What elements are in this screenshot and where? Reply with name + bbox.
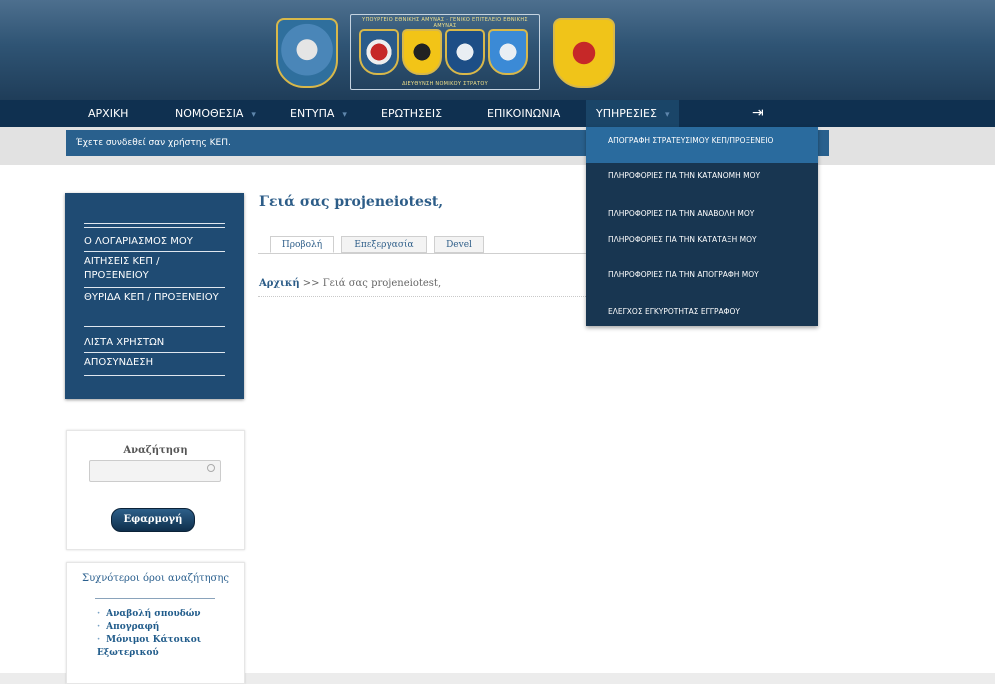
chevron-down-icon: ▾ (251, 110, 256, 120)
nav-home[interactable]: ΑΡΧΙΚΗ (88, 100, 128, 127)
page-title: Γειά σας projeneiotest, (259, 194, 444, 210)
search-title: Αναζήτηση (123, 445, 188, 456)
term-link[interactable]: · Απογραφή (97, 621, 244, 634)
services-dropdown: ΑΠΟΓΡΑΦΗ ΣΤΡΑΤΕΥΣΙΜΟΥ ΚΕΠ/ΠΡΟΞΕΝΕΙΟ ΠΛΗΡ… (586, 127, 818, 326)
divider (84, 352, 225, 353)
frame-bottom-text: ΔΙΕΥΘΥΝΣΗ ΝΟΜΙΚΟΥ ΣΤΡΑΤΟΥ (402, 81, 488, 87)
frame-top-text: ΥΠΟΥΡΓΕΙΟ ΕΘΝΙΚΗΣ ΑΜΥΝΑΣ · ΓΕΝΙΚΟ ΕΠΙΤΕΛ… (362, 17, 528, 29)
sidebar-item-inbox[interactable]: ΘΥΡΙΔΑ ΚΕΠ / ΠΡΟΞΕΝΕΙΟΥ (84, 291, 225, 305)
divider (84, 287, 225, 288)
navy-emblem-icon (445, 29, 485, 75)
divider (258, 296, 588, 297)
divider (84, 227, 225, 228)
breadcrumb: Αρχική >> Γειά σας projeneiotest, (259, 278, 441, 289)
frequent-terms-list: · Αναβολή σπουδών · Απογραφή · Μόνιμοι Κάτο… (97, 608, 244, 660)
divider (84, 326, 225, 327)
header-logos: ΥΠΟΥΡΓΕΙΟ ΕΘΝΙΚΗΣ ΑΜΥΝΑΣ · ΓΕΝΙΚΟ ΕΠΙΤΕΛ… (268, 8, 628, 92)
nav-forms[interactable]: ΕΝΤΥΠΑ ▾ (290, 100, 347, 127)
sidebar-item-logout[interactable]: ΑΠΟΣΥΝΔΕΣΗ (84, 356, 225, 370)
divider (84, 251, 225, 252)
divider (84, 223, 225, 224)
dropdown-item-census-kep[interactable]: ΑΠΟΓΡΑΦΗ ΣΤΡΑΤΕΥΣΙΜΟΥ ΚΕΠ/ΠΡΟΞΕΝΕΙΟ (586, 127, 818, 163)
search-input[interactable] (89, 460, 221, 482)
divider (95, 598, 215, 599)
search-block: Αναζήτηση Εφαρμογή (66, 430, 245, 550)
tab-devel[interactable]: Devel (434, 236, 484, 253)
term-link[interactable]: · Μόνιμοι Κάτοικοι Εξωτερικού (97, 634, 244, 660)
breadcrumb-home-link[interactable]: Αρχική (259, 278, 300, 289)
sidebar-item-applications[interactable]: ΑΙΤΗΣΕΙΣ ΚΕΠ / ΠΡΟΞΕΝΕΙΟΥ (84, 255, 225, 283)
site-header: ΥΠΟΥΡΓΕΙΟ ΕΘΝΙΚΗΣ ΑΜΥΝΑΣ · ΓΕΝΙΚΟ ΕΠΙΤΕΛ… (0, 0, 995, 100)
breadcrumb-current: Γειά σας projeneiotest, (322, 278, 442, 289)
nav-services[interactable]: ΥΠΗΡΕΣΙΕΣ ▾ (586, 100, 680, 127)
login-message: Έχετε συνδεθεί σαν χρήστης ΚΕΠ. (76, 138, 231, 148)
sidebar-item-my-account[interactable]: Ο ΛΟΓΑΡΙΑΣΜΟΣ ΜΟΥ (84, 235, 225, 249)
search-icon (207, 464, 215, 472)
air-emblem-icon (488, 29, 528, 75)
frequent-terms-title: Συχνότεροι όροι αναζήτησης (82, 573, 229, 584)
main-nav: ΑΡΧΙΚΗ ΝΟΜΟΘΕΣΙΑ ▾ ΕΝΤΥΠΑ ▾ ΕΡΩΤΗΣΕΙΣ ΕΠΙΚ… (0, 100, 995, 127)
term-link[interactable]: · Αναβολή σπουδών (97, 608, 244, 621)
nav-contact[interactable]: ΕΠΙΚΟΙΝΩΝΙΑ (487, 100, 560, 127)
dropdown-item-document-validity[interactable]: ΕΛΕΓΧΟΣ ΕΓΚΥΡΟΤΗΤΑΣ ΕΓΓΡΑΦΟΥ (586, 307, 818, 316)
divider (84, 375, 225, 376)
breadcrumb-separator: >> (302, 278, 320, 289)
ministry-emblem-frame: ΥΠΟΥΡΓΕΙΟ ΕΘΝΙΚΗΣ ΑΜΥΝΑΣ · ΓΕΝΙΚΟ ΕΠΙΤΕΛ… (350, 14, 540, 90)
nav-faq[interactable]: ΕΡΩΤΗΣΕΙΣ (381, 100, 442, 127)
air-force-emblem-icon (276, 18, 338, 88)
frequent-terms-block: Συχνότεροι όροι αναζήτησης · Αναβολή σπου… (66, 562, 245, 684)
nav-legislation[interactable]: ΝΟΜΟΘΕΣΙΑ ▾ (175, 100, 256, 127)
apply-button[interactable]: Εφαρμογή (111, 508, 195, 532)
eagle-emblem-icon (402, 29, 442, 75)
tab-view[interactable]: Προβολή (270, 236, 334, 253)
chevron-down-icon: ▾ (664, 110, 670, 120)
logout-icon[interactable]: ⇥ (752, 100, 764, 127)
general-staff-emblem-icon (553, 18, 615, 88)
sidebar-item-users-list[interactable]: ΛΙΣΤΑ ΧΡΗΣΤΩΝ (84, 336, 225, 350)
army-emblem-icon (359, 29, 399, 75)
chevron-down-icon: ▾ (342, 110, 347, 120)
dropdown-item-enlistment-info[interactable]: ΠΛΗΡΟΦΟΡΙΕΣ ΓΙΑ ΤΗΝ ΚΑΤΑΤΑΞΗ ΜΟΥ (586, 235, 818, 244)
dropdown-item-census-info[interactable]: ΠΛΗΡΟΦΟΡΙΕΣ ΓΙΑ ΤΗΝ ΑΠΟΓΡΑΦΗ ΜΟΥ (586, 270, 818, 279)
sidebar-menu: Ο ΛΟΓΑΡΙΑΣΜΟΣ ΜΟΥ ΑΙΤΗΣΕΙΣ ΚΕΠ / ΠΡΟΞΕΝΕ… (65, 193, 244, 399)
dropdown-item-deferral-info[interactable]: ΠΛΗΡΟΦΟΡΙΕΣ ΓΙΑ ΤΗΝ ΑΝΑΒΟΛΗ ΜΟΥ (586, 209, 818, 218)
dropdown-item-allocation-info[interactable]: ΠΛΗΡΟΦΟΡΙΕΣ ΓΙΑ ΤΗΝ ΚΑΤΑΝΟΜΗ ΜΟΥ (586, 171, 818, 180)
tab-edit[interactable]: Επεξεργασία (341, 236, 427, 253)
